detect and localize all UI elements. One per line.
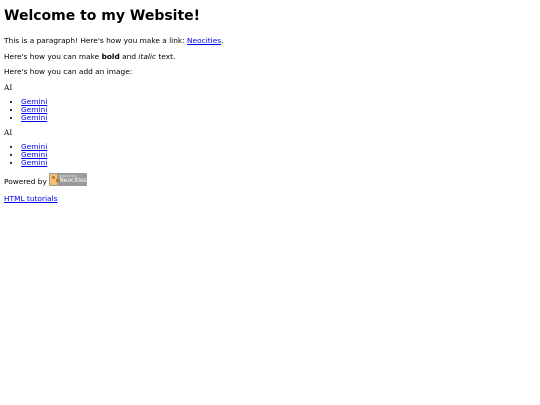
neocities-cat-icon bbox=[49, 173, 61, 185]
intro-suffix: . bbox=[221, 36, 224, 45]
intro-paragraph: This is a paragraph! Here's how you make… bbox=[4, 36, 536, 46]
formatting-paragraph: Here's how you can make bold and italic … bbox=[4, 52, 536, 62]
list-item: Gemini bbox=[21, 142, 536, 151]
ai-list: Gemini Gemini Gemini bbox=[4, 142, 536, 167]
italic-text: italic bbox=[138, 51, 157, 61]
badge-small-text: hosted by bbox=[59, 174, 77, 178]
gemini-link[interactable]: Gemini bbox=[21, 113, 47, 122]
gemini-link[interactable]: Gemini bbox=[21, 158, 47, 167]
list-label: AI bbox=[4, 82, 13, 92]
list-label: AI bbox=[4, 127, 13, 137]
bold-text: bold bbox=[101, 51, 120, 61]
badge-text: hosted by Neocities bbox=[59, 174, 87, 184]
page: Welcome to my Website! This is a paragra… bbox=[0, 0, 540, 203]
formatting-suffix: text. bbox=[156, 51, 176, 61]
ai-list: Gemini Gemini Gemini bbox=[4, 97, 536, 122]
list-item: Gemini bbox=[21, 150, 536, 159]
html-tutorials-link[interactable]: HTML tutorials bbox=[4, 194, 57, 203]
intro-text: This is a paragraph! Here's how you make… bbox=[4, 36, 188, 45]
neocities-badge[interactable]: hosted by Neocities bbox=[48, 172, 87, 186]
page-title: Welcome to my Website! bbox=[4, 8, 201, 24]
powered-by-row: Powered by hosted by Neocities bbox=[4, 172, 536, 186]
list-item: Gemini bbox=[21, 97, 536, 106]
list-item: Gemini bbox=[21, 113, 536, 122]
formatting-prefix: Here's how you can make bbox=[4, 51, 102, 61]
powered-by-text: Powered by bbox=[4, 176, 47, 186]
image-paragraph: Here's how you can add an image: bbox=[4, 67, 133, 76]
list-item: Gemini bbox=[21, 105, 536, 114]
neocities-link[interactable]: Neocities bbox=[187, 36, 221, 45]
formatting-middle: and bbox=[119, 51, 139, 61]
list-item: Gemini bbox=[21, 158, 536, 167]
tutorials-paragraph: HTML tutorials bbox=[4, 194, 536, 204]
badge-brand-text: Neocities bbox=[59, 177, 87, 184]
